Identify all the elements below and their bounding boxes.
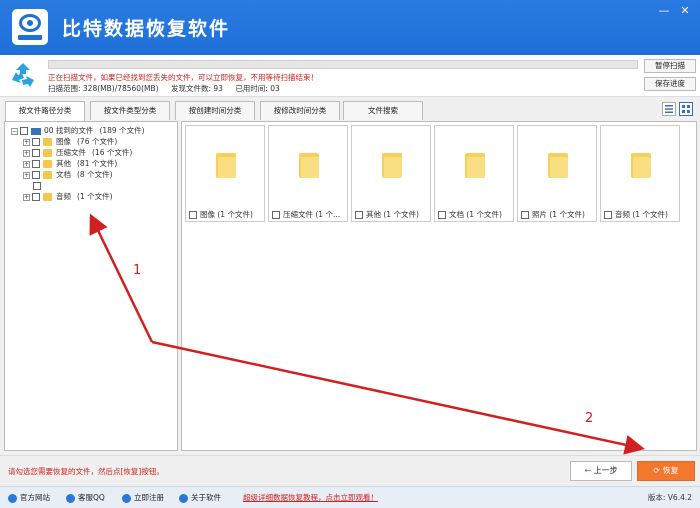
collapse-icon[interactable]: −: [11, 127, 18, 135]
expand-icon[interactable]: +: [23, 160, 30, 168]
action-bar: 请勾选您需要恢复的文件，然后点[恢复]按钮。 ← 上一步 ⟳ 恢复: [0, 455, 700, 485]
checkbox[interactable]: [189, 211, 197, 219]
folder-icon: [43, 171, 52, 179]
app-title: 比特数据恢复软件: [62, 18, 231, 40]
grid-view-icon[interactable]: [679, 102, 693, 116]
category-tabs: 按文件路径分类 按文件类型分类 按创建时间分类 按修改时间分类 文件搜索: [0, 97, 700, 121]
info-icon: [179, 493, 188, 503]
drive-icon: [31, 127, 41, 135]
file-card[interactable]: 压缩文件 (1 个...: [268, 125, 348, 222]
checkbox[interactable]: [32, 160, 40, 168]
home-icon: [8, 493, 17, 503]
version-label: 版本: V6.4.2: [647, 493, 692, 502]
checkbox[interactable]: [32, 193, 40, 201]
tree-item-audio[interactable]: + 音频 (1 个文件): [23, 192, 113, 202]
tree-item-documents[interactable]: + 文档 (8 个文件): [23, 170, 113, 180]
scan-status-panel: 正在扫描文件，如果已经找到您丢失的文件，可以立即恢复，不用等待扫描结束！ 扫描范…: [0, 55, 700, 97]
save-progress-button[interactable]: 保存进度: [644, 77, 696, 91]
scan-progress-bar: [48, 60, 638, 69]
annotation-number-2: 2: [585, 411, 594, 426]
checkbox[interactable]: [438, 211, 446, 219]
scan-range: 扫描范围: 328(MB)/78560(MB): [48, 84, 159, 93]
tree-item-other[interactable]: + 其他 (81 个文件): [23, 159, 117, 169]
expand-icon[interactable]: +: [23, 193, 30, 201]
folder-icon: [299, 151, 319, 178]
scan-found: 发现文件数: 93: [170, 84, 223, 93]
tree-item-archives[interactable]: + 压缩文件 (16 个文件): [23, 148, 132, 158]
about-link[interactable]: 关于软件: [179, 492, 221, 503]
file-card[interactable]: 文档 (1 个文件): [434, 125, 514, 222]
folder-icon: [43, 138, 52, 146]
folder-icon: [43, 160, 52, 168]
expand-icon[interactable]: +: [23, 149, 30, 157]
pause-scan-button[interactable]: 暂停扫描: [644, 59, 696, 73]
back-arrow-icon: ←: [584, 466, 594, 475]
checkbox[interactable]: [272, 211, 280, 219]
tutorial-promo-link[interactable]: 超级详细数据恢复教程，点击立即观看！: [243, 492, 378, 503]
close-button[interactable]: ✕: [676, 3, 694, 19]
checkbox[interactable]: [32, 171, 40, 179]
previous-step-button[interactable]: ← 上一步: [570, 461, 632, 481]
tree-item-images[interactable]: + 图像 (76 个文件): [23, 137, 117, 147]
tree-root[interactable]: −00 找到的文件 (189 个文件): [11, 126, 145, 136]
tab-by-modified-time[interactable]: 按修改时间分类: [260, 101, 340, 120]
tab-by-path[interactable]: 按文件路径分类: [5, 101, 85, 121]
tab-by-type[interactable]: 按文件类型分类: [90, 101, 170, 120]
register-icon: [122, 493, 131, 503]
minimize-button[interactable]: —: [655, 3, 673, 19]
checkbox[interactable]: [355, 211, 363, 219]
folder-icon: [548, 151, 568, 178]
folder-icon: [631, 151, 651, 178]
file-card[interactable]: 音频 (1 个文件): [600, 125, 680, 222]
tab-file-search[interactable]: 文件搜索: [343, 101, 423, 120]
file-card[interactable]: 照片 (1 个文件): [517, 125, 597, 222]
folder-icon: [43, 149, 52, 157]
expand-icon[interactable]: +: [23, 171, 30, 179]
folder-icon: [43, 193, 52, 201]
title-bar: 比特数据恢复软件 — ✕: [0, 0, 700, 55]
file-card[interactable]: 图像 (1 个文件): [185, 125, 265, 222]
tab-by-created-time[interactable]: 按创建时间分类: [175, 101, 255, 120]
tree-item-empty[interactable]: [33, 181, 44, 191]
expand-icon[interactable]: +: [23, 138, 30, 146]
file-tree: −00 找到的文件 (189 个文件) + 图像 (76 个文件) + 压缩文件 (16 …: [4, 121, 178, 451]
recover-icon: ⟳: [653, 466, 663, 475]
checkbox[interactable]: [32, 138, 40, 146]
register-link[interactable]: 立即注册: [122, 492, 164, 503]
recycle-icon: [12, 63, 34, 87]
folder-icon: [382, 151, 402, 178]
official-site-link[interactable]: 官方网站: [8, 492, 50, 503]
checkbox[interactable]: [33, 182, 41, 190]
file-card[interactable]: 其他 (1 个文件): [351, 125, 431, 222]
app-logo-icon: [12, 9, 48, 45]
scan-elapsed: 已用时间: 03: [235, 84, 280, 93]
instruction-hint: 请勾选您需要恢复的文件，然后点[恢复]按钮。: [8, 467, 164, 476]
recover-button[interactable]: ⟳ 恢复: [637, 461, 695, 481]
list-view-icon[interactable]: [662, 102, 676, 116]
annotation-number-1: 1: [133, 263, 142, 278]
file-grid: 图像 (1 个文件) 压缩文件 (1 个... 其他 (1 个文件) 文档 (1…: [181, 121, 697, 451]
scan-stats: 扫描范围: 328(MB)/78560(MB) 发现文件数: 93 已用时间: …: [48, 83, 290, 94]
folder-icon: [216, 151, 236, 178]
support-qq-link[interactable]: 客服QQ: [66, 492, 105, 503]
footer-bar: 官方网站 客服QQ 立即注册 关于软件 超级详细数据恢复教程，点击立即观看！ 版…: [0, 486, 700, 508]
checkbox[interactable]: [32, 149, 40, 157]
checkbox[interactable]: [521, 211, 529, 219]
qq-icon: [66, 493, 75, 503]
folder-icon: [465, 151, 485, 178]
checkbox[interactable]: [604, 211, 612, 219]
scan-message: 正在扫描文件，如果已经找到您丢失的文件，可以立即恢复，不用等待扫描结束！: [48, 73, 318, 82]
checkbox[interactable]: [20, 127, 28, 135]
